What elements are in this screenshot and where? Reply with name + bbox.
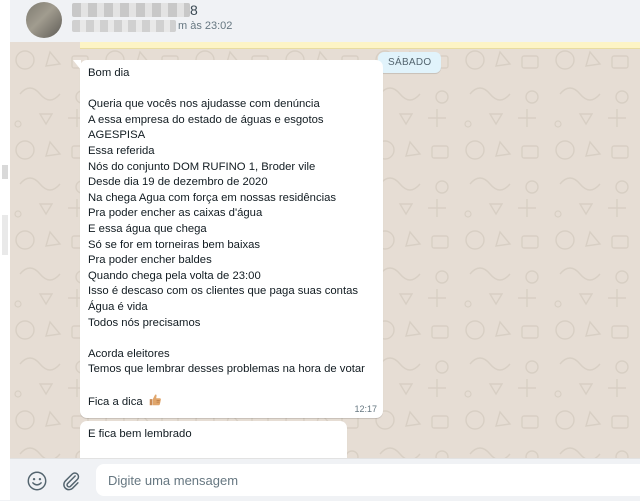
list-item-edge xyxy=(2,215,8,255)
message-bubble[interactable]: Bom dia Queria que vocês nos ajudasse co… xyxy=(73,60,383,418)
contact-name: 8 xyxy=(190,2,198,18)
avatar[interactable] xyxy=(26,2,62,38)
notice-decoration: ·· xyxy=(485,42,610,46)
paperclip-icon[interactable] xyxy=(60,470,82,492)
notice-banner: ·· xyxy=(80,42,640,49)
message-bubble[interactable]: E fica bem lembrado xyxy=(80,421,347,458)
message-composer xyxy=(10,458,640,501)
message-input[interactable] xyxy=(96,464,640,496)
last-seen-redacted xyxy=(72,20,176,32)
chat-header[interactable]: 8 m às 23:02 xyxy=(10,0,640,43)
scroll-indicator xyxy=(2,165,8,179)
thumbs-up-icon xyxy=(149,394,161,406)
emoji-icon[interactable] xyxy=(26,470,48,492)
message-body: Bom dia Queria que vocês nos ajudasse co… xyxy=(88,67,365,409)
message-text: Bom dia Queria que vocês nos ajudasse co… xyxy=(88,66,380,411)
message-pane[interactable]: ·· SÁBADO Bom dia Queria que vocês nos a… xyxy=(10,42,640,458)
contact-name-redacted xyxy=(72,3,190,17)
message-text: E fica bem lembrado xyxy=(88,428,192,440)
message-time: 12:17 xyxy=(354,404,377,414)
date-separator: SÁBADO xyxy=(378,52,442,73)
last-seen-status: m às 23:02 xyxy=(178,20,233,32)
